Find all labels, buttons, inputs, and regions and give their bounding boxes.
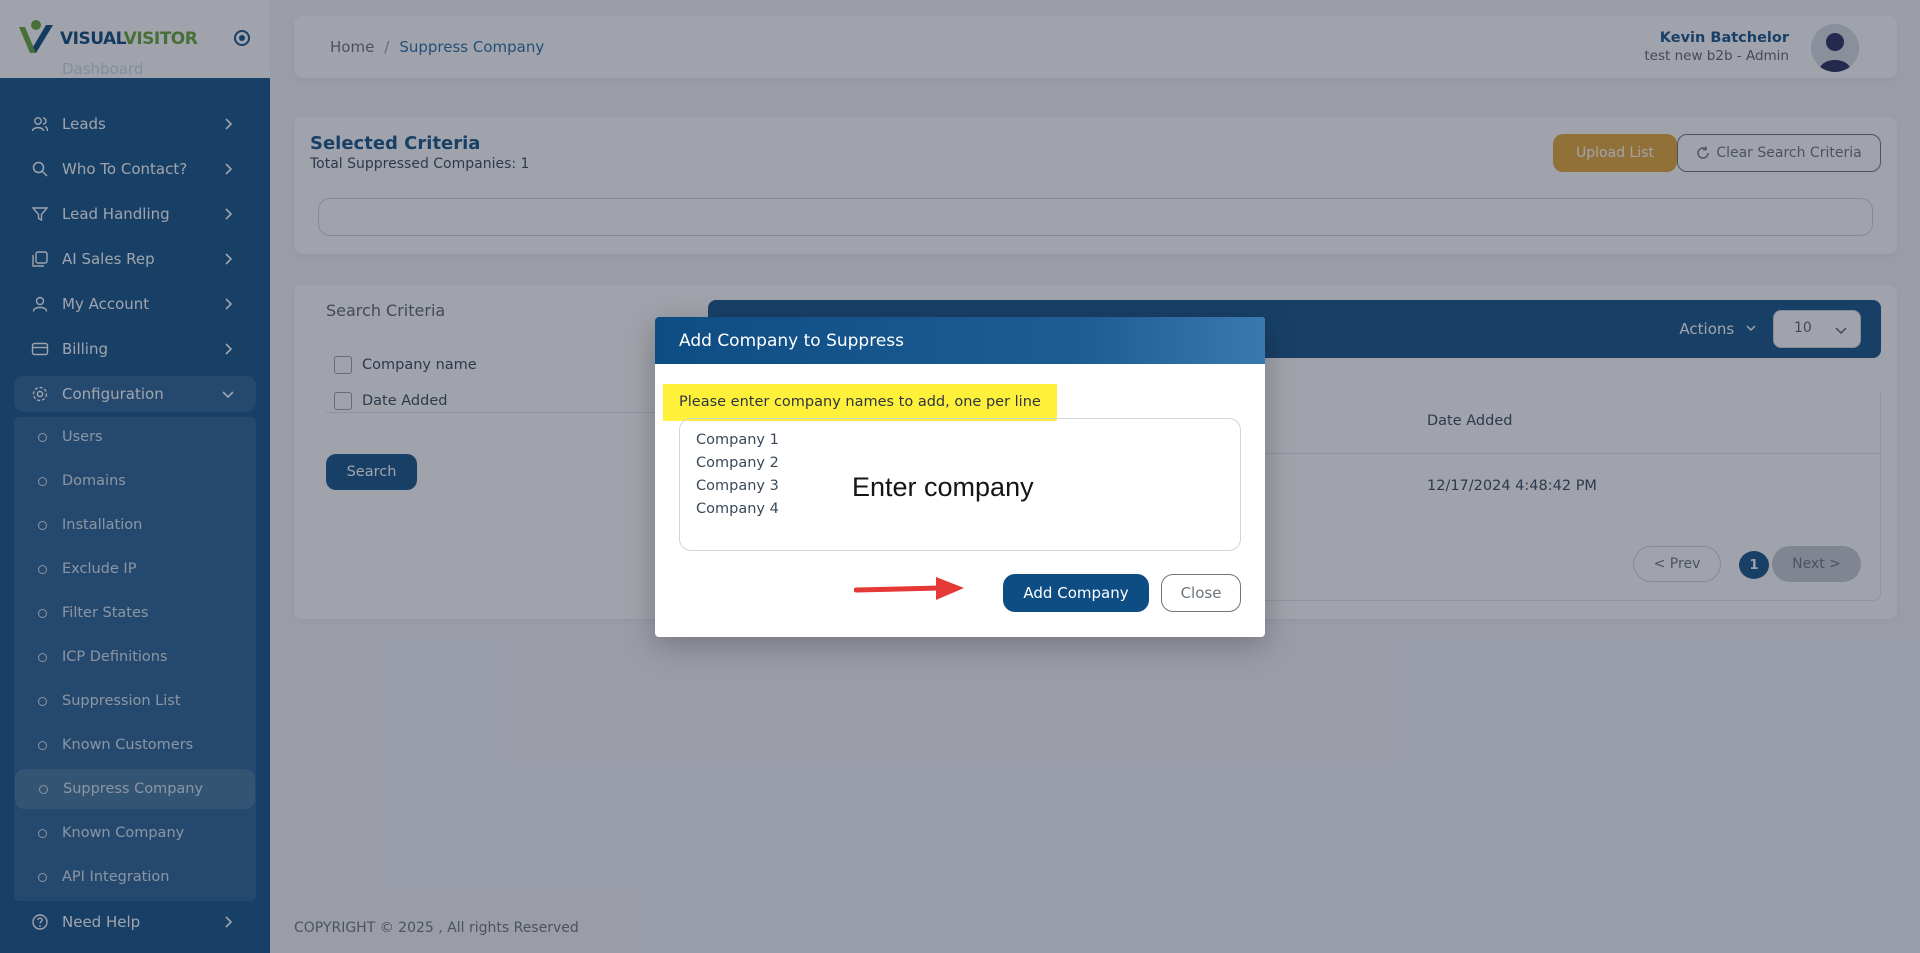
close-button[interactable]: Close — [1161, 574, 1241, 612]
textarea-line: Company 1 — [696, 432, 779, 448]
add-company-button[interactable]: Add Company — [1003, 574, 1149, 612]
modal-title: Add Company to Suppress — [655, 317, 1265, 364]
modal-instruction: Please enter company names to add, one p… — [663, 384, 1057, 421]
annotation-arrow-icon — [854, 577, 964, 600]
annotation-text: Enter company — [852, 472, 1034, 502]
add-company-modal: Add Company to Suppress Please enter com… — [655, 317, 1265, 637]
